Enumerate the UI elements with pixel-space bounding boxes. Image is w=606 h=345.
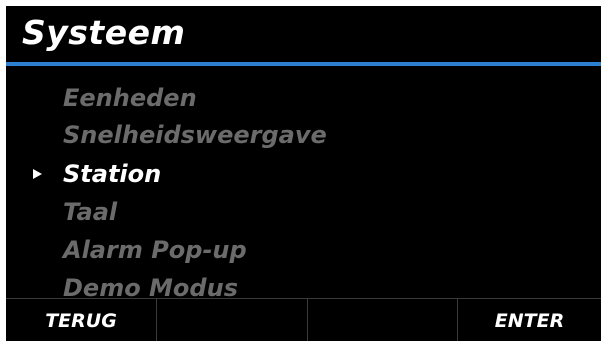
- screen-title: Systeem: [22, 13, 186, 52]
- menu-item-eenheden[interactable]: Eenheden: [6, 82, 601, 118]
- menu-item-alarm-popup[interactable]: Alarm Pop-up: [6, 234, 601, 270]
- selection-arrow-icon: [33, 169, 42, 179]
- title-divider: [6, 62, 601, 66]
- menu-item-label: Snelheidsweergave: [63, 121, 327, 149]
- menu-item-label: Demo Modus: [63, 274, 238, 302]
- menu-item-snelheidsweergave[interactable]: Snelheidsweergave: [6, 119, 601, 155]
- softkey-enter-button[interactable]: ENTER: [458, 299, 601, 341]
- softkey-label: TERUG: [45, 310, 117, 332]
- softkey-2-button[interactable]: [157, 299, 308, 341]
- softkey-bar: TERUG ENTER: [6, 298, 601, 341]
- menu-item-label: Alarm Pop-up: [63, 236, 247, 264]
- menu-item-taal[interactable]: Taal: [6, 196, 601, 232]
- softkey-3-button[interactable]: [308, 299, 458, 341]
- display-screen: Systeem Eenheden Snelheidsweergave Stati…: [6, 6, 601, 341]
- menu-item-station[interactable]: Station: [6, 158, 601, 194]
- softkey-back-button[interactable]: TERUG: [6, 299, 157, 341]
- menu-item-label: Station: [63, 160, 162, 188]
- menu-item-label: Taal: [63, 198, 118, 226]
- softkey-label: ENTER: [494, 310, 565, 332]
- menu-item-label: Eenheden: [63, 84, 197, 112]
